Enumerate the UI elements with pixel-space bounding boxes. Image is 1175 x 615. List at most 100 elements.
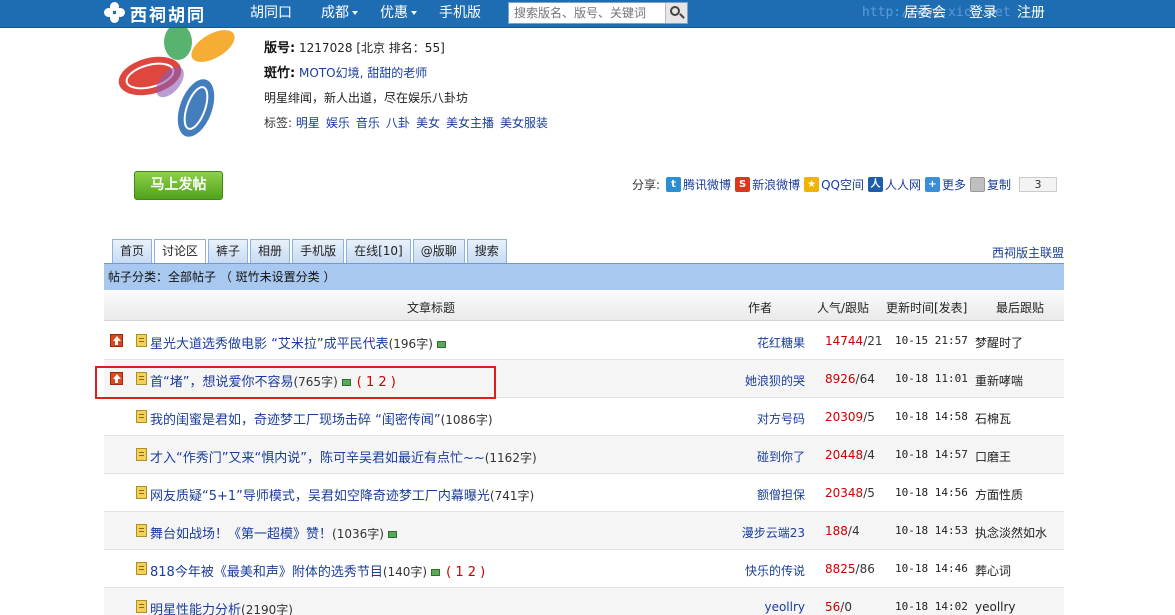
- share-items: t 腾讯微博 S 新浪微博 ★ QQ空间人人人网 + 更多 复制: [666, 176, 1015, 193]
- hits-replies: 8825/86: [825, 562, 875, 576]
- tag-link[interactable]: 明星: [296, 116, 320, 130]
- hits-count: 56: [825, 600, 841, 614]
- author-link[interactable]: yeollry: [764, 600, 805, 614]
- thread-length: (196字): [388, 337, 433, 351]
- thread-title-link[interactable]: 舞台如战场！《第一超模》赞！: [150, 527, 332, 542]
- last-reply-user[interactable]: 方面性质: [975, 486, 1023, 503]
- reply-count: /86: [855, 562, 875, 576]
- reply-count: /0: [840, 600, 852, 614]
- col-lastby: 最后跟贴: [996, 301, 1045, 315]
- logo-text: 西祠胡同: [130, 5, 206, 26]
- image-attachment-icon: [436, 341, 446, 348]
- last-reply-user[interactable]: 石棉瓦: [975, 410, 1011, 427]
- tab-0[interactable]: 首页: [112, 239, 153, 263]
- moderator-links[interactable]: MOTO幻境, 甜甜的老师: [299, 66, 427, 80]
- tag-link[interactable]: 娱乐: [326, 116, 350, 130]
- tag-link[interactable]: 美女服装: [500, 116, 548, 130]
- tags-line: 标签: 明星 娱乐 音乐 八卦 美女 美女主播 美女服装: [264, 113, 554, 138]
- author-link[interactable]: 漫步云端23: [742, 524, 805, 541]
- moderator-union-link[interactable]: 西祠版主联盟: [992, 244, 1064, 261]
- author-link[interactable]: 额僧担保: [757, 486, 805, 503]
- register-link[interactable]: 注册: [1017, 4, 1045, 22]
- last-reply-user[interactable]: 重新哮喘: [975, 372, 1023, 389]
- board-id-label: 版号:: [264, 41, 296, 56]
- col-hits: 人气/跟贴: [817, 301, 870, 315]
- nav-neighborhood-committee[interactable]: 居委会: [904, 4, 946, 22]
- document-icon: [136, 334, 147, 347]
- share-more[interactable]: + 更多: [925, 176, 966, 193]
- tab-7[interactable]: 搜索: [466, 239, 507, 263]
- author-link[interactable]: 对方号码: [757, 410, 805, 427]
- site-logo[interactable]: 西祠胡同: [104, 2, 206, 26]
- last-reply-user[interactable]: yeollry: [975, 600, 1016, 614]
- thread-title-cell: 818今年被《最美和声》附体的选秀节目(140字) ( 1 2 ): [150, 561, 485, 580]
- tab-1[interactable]: 讨论区: [154, 239, 207, 264]
- board-id-value: 1217028: [299, 41, 353, 55]
- tab-4[interactable]: 手机版: [292, 239, 345, 263]
- share-count: 3: [1019, 176, 1058, 192]
- moderator-label: 斑竹:: [264, 66, 296, 81]
- logo-flower-icon: [104, 2, 126, 24]
- table-row: 818今年被《最美和声》附体的选秀节目(140字) ( 1 2 ) 快乐的传说 882…: [104, 550, 1064, 588]
- hits-replies: 8926/64: [825, 372, 875, 386]
- pinned-top-icon: [110, 334, 123, 347]
- search-input[interactable]: [509, 3, 667, 23]
- share-renren[interactable]: 人人人网: [867, 176, 921, 193]
- tag-link[interactable]: 八卦: [386, 116, 410, 130]
- tab-2[interactable]: 裤子: [208, 239, 249, 263]
- tab-6[interactable]: @版聊: [412, 239, 465, 263]
- more-icon: +: [925, 176, 940, 192]
- last-reply-user[interactable]: 葬心词: [975, 562, 1011, 579]
- table-row: 网友质疑“5+1”导师模式，吴君如空降奇迹梦工厂内幕曝光(741字) 额僧担保 20…: [104, 474, 1064, 512]
- thread-title-link[interactable]: 才入“作秀门”又来“惧内说”，陈可辛吴君如最近有点忙~~: [150, 451, 485, 466]
- author-link[interactable]: 花红糖果: [757, 334, 805, 351]
- tag-link[interactable]: 美女主播: [446, 116, 494, 130]
- tag-link[interactable]: 美女: [416, 116, 440, 130]
- tag-link[interactable]: 音乐: [356, 116, 380, 130]
- share-label: 分享:: [632, 177, 661, 192]
- share-qzone[interactable]: ★ QQ空间: [804, 176, 864, 193]
- hits-count: 8926: [825, 372, 856, 386]
- thread-title-link[interactable]: 明星性能力分析: [150, 603, 241, 615]
- updated-time: 10-18 14:53: [895, 524, 968, 537]
- share-tencent-weibo[interactable]: t 腾讯微博: [666, 176, 731, 193]
- nav-mobile[interactable]: 手机版: [439, 4, 481, 22]
- share-sina-weibo[interactable]: S 新浪微博: [735, 176, 800, 193]
- reply-count: /4: [863, 448, 875, 462]
- last-reply-user[interactable]: 梦醒时了: [975, 334, 1023, 351]
- reply-count: /21: [863, 334, 883, 348]
- tab-5[interactable]: 在线[10]: [346, 239, 411, 263]
- share-item-label: QQ空间: [821, 177, 864, 192]
- author-link[interactable]: 快乐的传说: [745, 562, 805, 579]
- last-reply-user[interactable]: 执念淡然如水: [975, 524, 1047, 541]
- table-row: 舞台如战场！《第一超模》赞！(1036字) 漫步云端23 188/4 10-18 14…: [104, 512, 1064, 550]
- tab-3[interactable]: 相册: [250, 239, 291, 263]
- thread-title-cell: 星光大道选秀做电影 “艾米拉”成平民代表(196字): [150, 333, 446, 352]
- thread-length: (1162字): [484, 451, 537, 465]
- share-copy[interactable]: 复制: [970, 176, 1011, 193]
- search-button[interactable]: [665, 3, 687, 23]
- last-reply-user[interactable]: 口磨王: [975, 448, 1011, 465]
- document-icon: [136, 410, 147, 423]
- thread-title-link[interactable]: 818今年被《最美和声》附体的选秀节目: [150, 565, 383, 580]
- updated-time: 10-15 21:57: [895, 334, 968, 347]
- thread-title-link[interactable]: 网友质疑“5+1”导师模式，吴君如空降奇迹梦工厂内幕曝光: [150, 489, 490, 504]
- thread-length: (2190字): [241, 603, 293, 615]
- thread-title-cell: 明星性能力分析(2190字): [150, 599, 293, 615]
- author-link[interactable]: 她浪狈的哭: [745, 372, 805, 389]
- reply-count: /5: [863, 486, 875, 500]
- nav-deals[interactable]: 优惠: [380, 4, 417, 22]
- thread-length: (741字): [489, 489, 535, 503]
- thread-title-link[interactable]: 我的闺蜜是君如，奇迹梦工厂现场击碎 “闺密传闻”: [150, 413, 441, 428]
- share-item-label: 新浪微博: [752, 177, 801, 192]
- chevron-down-icon: [352, 11, 358, 15]
- hits-count: 20448: [825, 448, 864, 462]
- thread-pages-link[interactable]: ( 1 2 ): [446, 565, 485, 580]
- nav-city-chengdu[interactable]: 成都: [321, 4, 358, 22]
- thread-title-link[interactable]: 星光大道选秀做电影 “艾米拉”成平民代表: [150, 337, 389, 352]
- moderator-line: 斑竹: MOTO幻境, 甜甜的老师: [264, 63, 554, 88]
- author-link[interactable]: 碰到你了: [757, 448, 805, 465]
- new-post-button[interactable]: 马上发帖: [134, 171, 223, 200]
- nav-hutongkou[interactable]: 胡同口: [250, 4, 292, 22]
- login-link[interactable]: 登录: [969, 4, 997, 22]
